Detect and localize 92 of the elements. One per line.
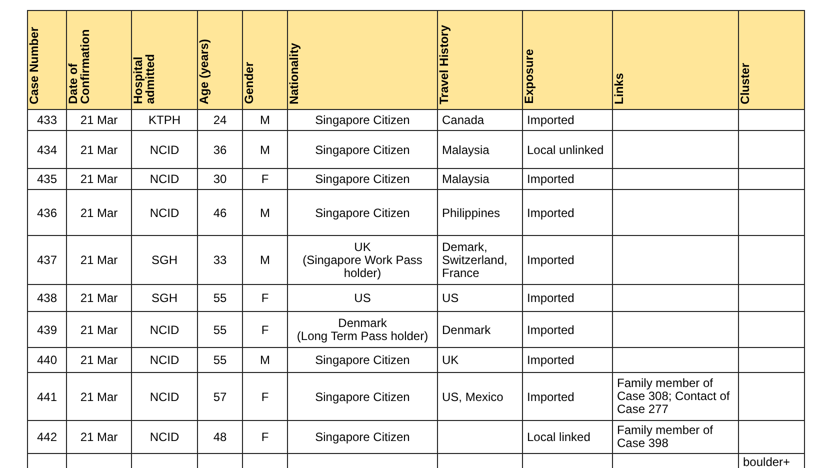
exposure-text: Imported [527, 254, 574, 267]
links-text: Family member of Case 308; Contact of Case 277 [617, 377, 731, 416]
confirmation-date-text: 21 Mar [80, 114, 118, 127]
hospital-text: NCID [150, 206, 180, 220]
column-header: Travel History [438, 24, 450, 104]
exposure-text: Local linked [527, 431, 590, 444]
nationality-text: Singapore Citizen [315, 173, 410, 186]
confirmation-date-text: 21 Mar [80, 390, 118, 404]
travel-history-text: US, Mexico [442, 390, 504, 404]
hospital-text: NCID [150, 390, 180, 404]
case-number-text: 433 [36, 114, 58, 127]
nationality-text: Singapore Citizen [315, 144, 410, 156]
hospital-text: NCID [150, 144, 180, 156]
travel-history-text: Malaysia [442, 173, 490, 186]
confirmation-date-text: 21 Mar [80, 144, 118, 156]
age-text: 24 [213, 114, 227, 127]
travel-history-text: US [442, 292, 459, 305]
age-text: 55 [213, 354, 227, 367]
case-number-text: 437 [36, 254, 58, 267]
cluster-text: boulder+ [743, 456, 790, 468]
gender-text: M [260, 114, 270, 127]
gender-text: F [261, 173, 269, 186]
travel-history-text: Denmark [442, 324, 491, 336]
column-header: Exposure [523, 49, 535, 104]
confirmation-date-text: 21 Mar [80, 354, 118, 367]
exposure-text: Imported [527, 173, 574, 186]
exposure-text: Imported [527, 354, 574, 367]
nationality-text: Singapore Citizen [315, 390, 410, 404]
travel-history-text: UK [442, 354, 459, 367]
age-text: 48 [213, 431, 227, 444]
case-number-text: 439 [36, 324, 58, 336]
hospital-text: NCID [150, 173, 180, 186]
nationality-text: Singapore Citizen [315, 431, 410, 444]
age-text: 30 [213, 173, 227, 186]
case-number-text: 434 [36, 144, 58, 156]
travel-history-text: Malaysia [442, 144, 490, 156]
exposure-text: Local unlinked [527, 144, 604, 156]
column-header: Cluster [739, 62, 751, 104]
column-header: Case Number [28, 26, 40, 104]
exposure-text: Imported [527, 390, 574, 404]
column-header: Nationality [288, 42, 300, 104]
nationality-text: UK (Singapore Work Pass holder) [302, 240, 424, 280]
age-text: 57 [213, 390, 227, 404]
column-header: Links [613, 72, 625, 104]
hospital-text: KTPH [148, 114, 180, 127]
gender-text: M [260, 254, 270, 267]
links-text: Family member of Case 398 [617, 424, 714, 450]
case-number-text: 441 [36, 390, 58, 404]
gender-text: F [261, 431, 269, 444]
gender-text: M [260, 144, 270, 156]
gender-text: F [261, 292, 269, 305]
hospital-text: SGH [151, 254, 178, 267]
exposure-text: Imported [527, 324, 574, 336]
column-header: Hospital admitted [132, 52, 156, 104]
gender-text: M [260, 206, 270, 220]
case-number-text: 442 [36, 431, 58, 444]
confirmation-date-text: 21 Mar [80, 324, 118, 336]
gender-text: F [261, 324, 269, 336]
confirmation-date-text: 21 Mar [80, 254, 118, 267]
case-number-text: 436 [36, 206, 58, 220]
hospital-text: SGH [151, 292, 178, 305]
exposure-text: Imported [527, 114, 574, 127]
age-text: 46 [213, 206, 227, 220]
exposure-text: Imported [527, 206, 574, 220]
travel-history-text: Philippines [442, 206, 500, 220]
column-header: Gender [243, 62, 255, 104]
age-text: 33 [213, 254, 227, 267]
case-number-text: 435 [36, 173, 58, 186]
confirmation-date-text: 21 Mar [80, 173, 118, 186]
age-text: 55 [213, 324, 227, 336]
gender-text: F [261, 390, 269, 404]
gender-text: M [260, 354, 270, 367]
nationality-text: Singapore Citizen [315, 354, 410, 367]
age-text: 55 [213, 292, 227, 305]
column-header: Age (years) [198, 38, 210, 104]
confirmation-date-text: 21 Mar [80, 206, 118, 220]
hospital-text: NCID [150, 354, 180, 367]
column-header: Date of Confirmation [67, 28, 91, 104]
nationality-text: US [354, 292, 371, 305]
age-text: 36 [213, 144, 227, 156]
confirmation-date-text: 21 Mar [80, 292, 118, 305]
confirmation-date-text: 21 Mar [80, 431, 118, 444]
travel-history-text: Demark, Switzerland, France [442, 240, 508, 280]
nationality-text: Denmark (Long Term Pass holder) [296, 316, 428, 342]
hospital-text: NCID [150, 431, 180, 444]
case-number-text: 440 [36, 354, 58, 367]
nationality-text: Singapore Citizen [315, 206, 410, 220]
hospital-text: NCID [150, 324, 180, 336]
nationality-text: Singapore Citizen [315, 114, 410, 127]
exposure-text: Imported [527, 292, 574, 305]
travel-history-text: Canada [442, 114, 484, 127]
case-number-text: 438 [36, 292, 58, 305]
